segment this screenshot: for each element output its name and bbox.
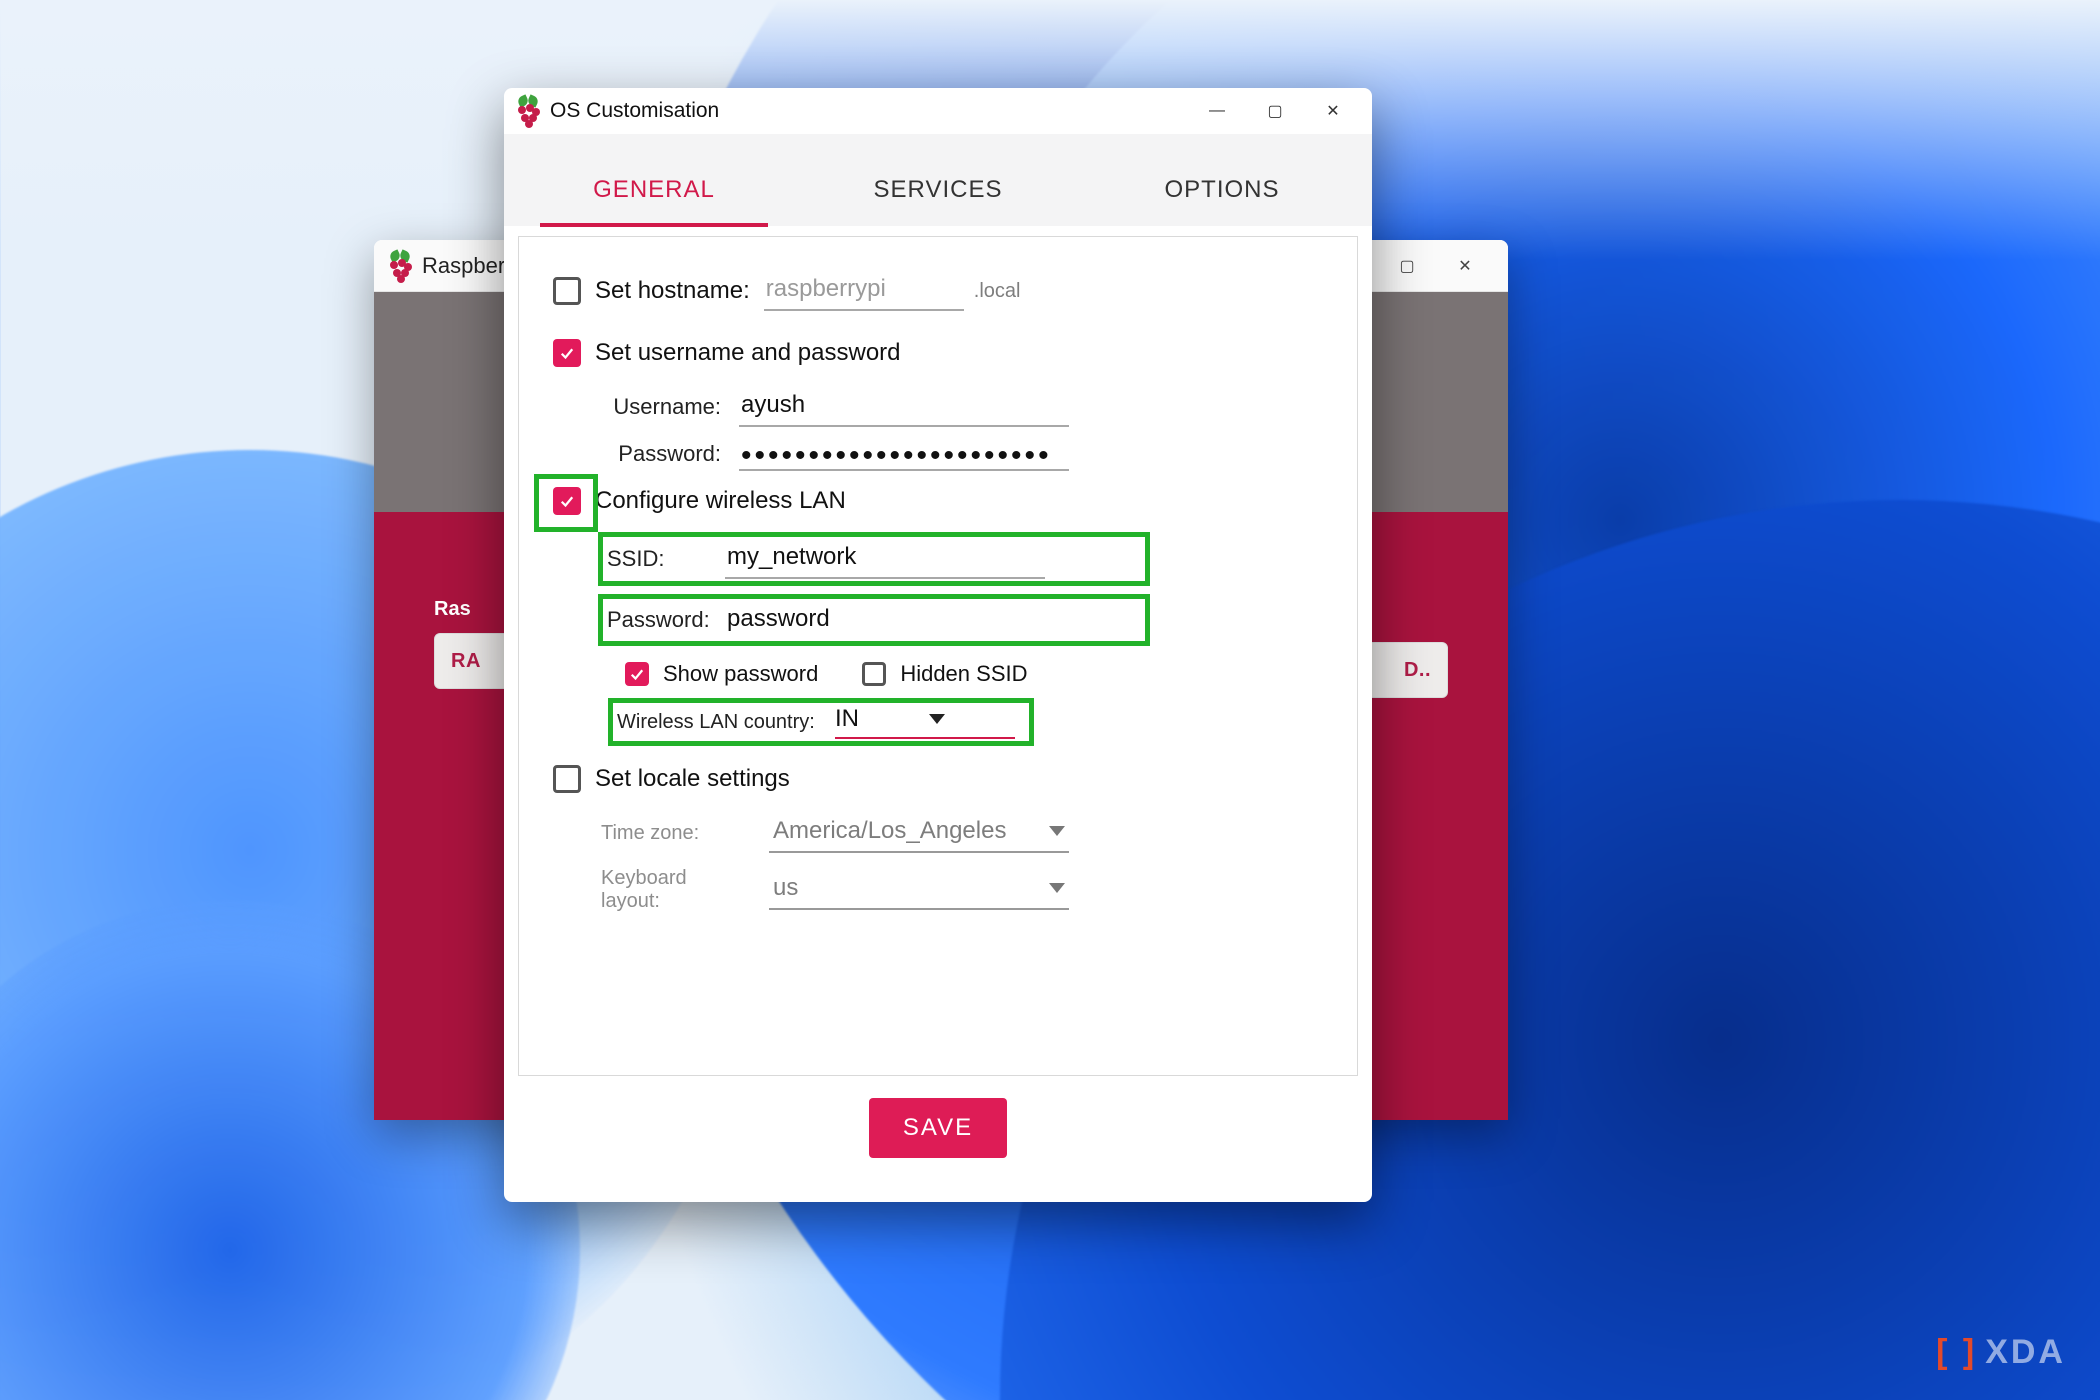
show-password-checkbox[interactable] [625, 662, 649, 686]
highlight-ssid-row: SSID: my_network [601, 535, 1147, 583]
password-input[interactable]: ••••••••••••••••••••••• [739, 445, 1069, 471]
wifi-password-input[interactable]: password [725, 601, 1045, 639]
userpass-label: Set username and password [595, 339, 901, 367]
timezone-value: America/Los_Angeles [773, 817, 1006, 845]
ssid-input[interactable]: my_network [725, 539, 1045, 579]
wifi-country-select[interactable]: IN [835, 705, 1015, 739]
hostname-checkbox[interactable] [553, 277, 581, 305]
xda-bracket-icon: [ ] [1936, 1333, 1977, 1372]
wifi-country-value: IN [835, 705, 859, 733]
hostname-label: Set hostname: [595, 277, 750, 305]
hostname-input[interactable]: raspberrypi [764, 271, 964, 311]
hidden-ssid-checkbox[interactable] [862, 662, 886, 686]
minimize-button[interactable]: — [1188, 91, 1246, 131]
fg-window-title: OS Customisation [550, 99, 719, 123]
locale-label: Set locale settings [595, 765, 790, 793]
wifi-password-label: Password: [607, 607, 707, 633]
tab-services[interactable]: SERVICES [796, 176, 1080, 226]
chevron-down-icon [1049, 883, 1065, 893]
xda-watermark: [ ] XDA [1936, 1333, 2066, 1372]
wifi-country-label: Wireless LAN country: [617, 711, 817, 734]
show-password-label: Show password [663, 661, 818, 687]
save-button[interactable]: SAVE [869, 1098, 1007, 1158]
password-label: Password: [601, 441, 721, 467]
chevron-down-icon [1049, 826, 1065, 836]
locale-checkbox[interactable] [553, 765, 581, 793]
highlight-wifi-checkbox [537, 477, 595, 529]
hidden-ssid-label: Hidden SSID [900, 661, 1027, 687]
highlight-wifi-country-row: Wireless LAN country: IN [611, 701, 1031, 743]
tabs: GENERAL SERVICES OPTIONS [504, 134, 1372, 226]
tab-general[interactable]: GENERAL [512, 176, 796, 226]
keyboard-label: Keyboard layout: [601, 867, 751, 913]
timezone-label: Time zone: [601, 822, 751, 845]
wifi-label: Configure wireless LAN [595, 487, 846, 515]
raspberry-pi-icon [388, 251, 412, 281]
general-panel: Set hostname: raspberrypi .local Set use… [518, 236, 1358, 1076]
keyboard-value: us [773, 874, 798, 902]
close-button[interactable]: ✕ [1304, 91, 1362, 131]
maximize-button[interactable]: ▢ [1246, 91, 1304, 131]
os-customisation-window: OS Customisation — ▢ ✕ GENERAL SERVICES … [504, 88, 1372, 1202]
ssid-label: SSID: [607, 546, 707, 572]
hostname-suffix: .local [974, 280, 1021, 303]
fg-titlebar: OS Customisation — ▢ ✕ [504, 88, 1372, 134]
bg-left-dropdown-text: RA [451, 650, 481, 673]
raspberry-pi-icon [516, 96, 540, 126]
username-input[interactable]: ayush [739, 387, 1069, 427]
timezone-select[interactable]: America/Los_Angeles [769, 813, 1069, 853]
bg-close-button[interactable]: ✕ [1436, 244, 1494, 288]
keyboard-select[interactable]: us [769, 870, 1069, 910]
chevron-down-icon [929, 714, 945, 724]
tab-options[interactable]: OPTIONS [1080, 176, 1364, 226]
xda-text: XDA [1985, 1333, 2066, 1372]
username-label: Username: [601, 394, 721, 420]
userpass-checkbox[interactable] [553, 339, 581, 367]
highlight-wifi-password-row: Password: password [601, 597, 1147, 643]
bg-right-dropdown-text: D.. [1404, 659, 1431, 682]
bg-maximize-button[interactable]: ▢ [1378, 244, 1436, 288]
